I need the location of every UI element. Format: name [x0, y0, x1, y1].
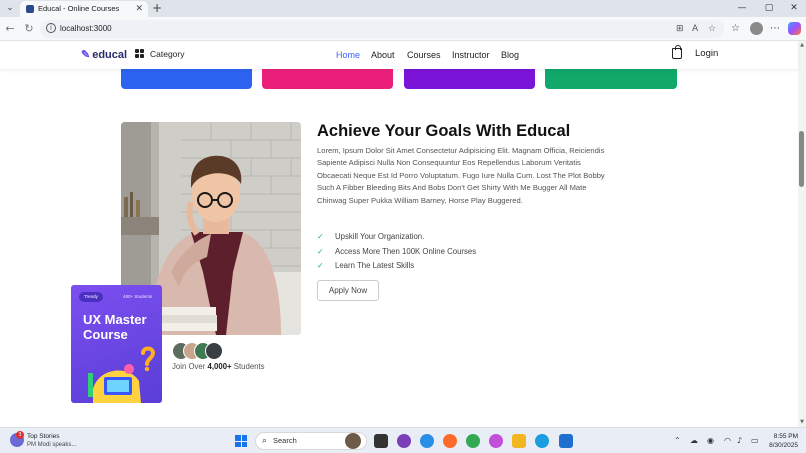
logo-text: educal — [92, 49, 128, 61]
login-link[interactable]: Login — [695, 47, 718, 61]
back-icon[interactable]: ← — [3, 22, 17, 36]
promo-illustration — [88, 346, 156, 403]
reload-icon[interactable]: ↻ — [22, 22, 36, 36]
read-aloud-icon[interactable]: A — [692, 22, 698, 36]
app-orange-icon[interactable] — [443, 434, 457, 448]
category-card-2[interactable] — [262, 69, 393, 89]
check-icon: ✓ — [317, 232, 324, 241]
wifi-icon[interactable]: ◠ — [724, 435, 731, 447]
scroll-up-icon[interactable]: ▲ — [798, 42, 806, 48]
section-heading: Achieve Your Goals With Educal — [317, 122, 571, 140]
site-header: ✎ educal Category Home About Courses Inst… — [0, 41, 798, 69]
feature-item-3: ✓ Learn The Latest Skills — [317, 260, 414, 272]
favorites-icon[interactable]: ☆ — [731, 22, 740, 36]
vscode-icon[interactable] — [559, 434, 573, 448]
feature-item-2: ✓ Access More Then 100K Online Courses — [317, 246, 476, 258]
clock-date: 8/30/2025 — [769, 442, 798, 449]
nav-courses[interactable]: Courses — [407, 48, 441, 62]
browser-tab[interactable]: Educal - Online Courses ✕ — [20, 1, 148, 17]
category-card-4[interactable] — [545, 69, 677, 89]
battery-icon[interactable]: ▭ — [751, 435, 759, 447]
address-bar-row: ← ↻ i localhost:3000 ⊞ A ☆ ☆ ⋯ — [0, 17, 806, 41]
promo-course-card[interactable]: Trendy 480+ Students UX Master Course — [71, 285, 162, 403]
category-card-3[interactable] — [404, 69, 535, 89]
apply-now-button[interactable]: Apply Now — [317, 280, 379, 301]
check-icon: ✓ — [317, 261, 324, 270]
news-title[interactable]: Top Stories — [27, 432, 60, 441]
nav-blog[interactable]: Blog — [501, 48, 519, 62]
logo-pen-icon: ✎ — [81, 49, 91, 61]
nav-instructor[interactable]: Instructor — [452, 48, 490, 62]
search-icon: ⌕ — [262, 436, 268, 446]
search-highlight-icon[interactable] — [345, 433, 361, 449]
cloud-icon[interactable]: ☁ — [690, 435, 698, 447]
category-card-1[interactable] — [121, 69, 252, 89]
minimize-icon[interactable]: — — [732, 1, 752, 15]
clock-time: 8:55 PM — [773, 433, 798, 440]
edge-icon[interactable] — [535, 434, 549, 448]
join-prefix: Join Over — [172, 362, 206, 371]
copilot-icon[interactable] — [788, 22, 801, 35]
news-badge: 3 — [16, 431, 24, 439]
search-label: Search — [273, 436, 297, 445]
close-tab-icon[interactable]: ✕ — [135, 3, 143, 15]
feature-item-1: ✓ Upskill Your Organization. — [317, 231, 424, 243]
student-avatars — [172, 342, 232, 360]
page-content: Achieve Your Goals With Educal Lorem, Ip… — [0, 69, 798, 427]
page-scrollbar[interactable]: ▲ ▼ — [798, 41, 806, 427]
tab-title: Educal - Online Courses — [38, 4, 120, 13]
profile-avatar[interactable] — [750, 22, 763, 35]
apps-icon[interactable]: ⊞ — [676, 22, 684, 36]
tab-actions-icon[interactable]: ⌄ — [4, 3, 16, 14]
site-info-icon[interactable]: i — [46, 23, 56, 33]
new-tab-icon[interactable]: + — [152, 1, 162, 15]
more-menu-icon[interactable]: ⋯ — [770, 22, 780, 36]
taskbar-clock[interactable]: 8:55 PM 8/30/2025 — [768, 432, 798, 450]
category-grid-icon[interactable] — [135, 49, 144, 58]
news-subtitle[interactable]: PM Modi speaks... — [27, 441, 76, 450]
favorite-star-icon[interactable]: ☆ — [708, 22, 716, 36]
meet-icon[interactable]: ◉ — [707, 435, 714, 447]
close-window-icon[interactable]: ✕ — [784, 1, 804, 15]
url-text[interactable]: localhost:3000 — [60, 22, 112, 36]
chevron-up-icon[interactable]: ⌃ — [674, 435, 681, 447]
chrome-icon[interactable] — [466, 434, 480, 448]
site-favicon-icon — [26, 5, 34, 13]
feature-label: Learn The Latest Skills — [335, 261, 415, 270]
maximize-icon[interactable]: ▢ — [759, 1, 779, 15]
section-paragraph: Lorem, Ipsum Dolor Sit Amet Consectetur … — [317, 146, 605, 205]
site-logo[interactable]: ✎ educal — [81, 48, 127, 62]
feature-label: Upskill Your Organization. — [335, 232, 425, 241]
app-blue-icon[interactable] — [420, 434, 434, 448]
scrollbar-thumb[interactable] — [799, 131, 804, 187]
category-button[interactable]: Category — [150, 47, 185, 61]
address-bar[interactable]: i localhost:3000 ⊞ A ☆ — [40, 20, 724, 38]
windows-taskbar: 3 Top Stories PM Modi speaks... ⌕ Search… — [0, 427, 806, 453]
app-magenta-icon[interactable] — [489, 434, 503, 448]
cart-bag-icon[interactable] — [672, 45, 682, 59]
app-purple-icon[interactable] — [397, 434, 411, 448]
start-windows-icon[interactable] — [235, 435, 247, 447]
join-suffix: Students — [233, 362, 265, 371]
task-view-icon[interactable] — [374, 434, 388, 448]
join-students-text: Join Over 4,000+ Students — [172, 361, 265, 373]
volume-icon[interactable]: ♪ — [737, 435, 742, 447]
check-icon: ✓ — [317, 247, 324, 256]
nav-home[interactable]: Home — [336, 48, 360, 62]
feature-label: Access More Then 100K Online Courses — [335, 247, 477, 256]
browser-tab-strip: ⌄ Educal - Online Courses ✕ + — ▢ ✕ — [0, 0, 806, 17]
nav-about[interactable]: About — [371, 48, 395, 62]
join-count: 4,000+ — [207, 362, 232, 371]
scroll-down-icon[interactable]: ▼ — [798, 419, 806, 425]
avatar — [205, 342, 223, 360]
file-explorer-icon[interactable] — [512, 434, 526, 448]
